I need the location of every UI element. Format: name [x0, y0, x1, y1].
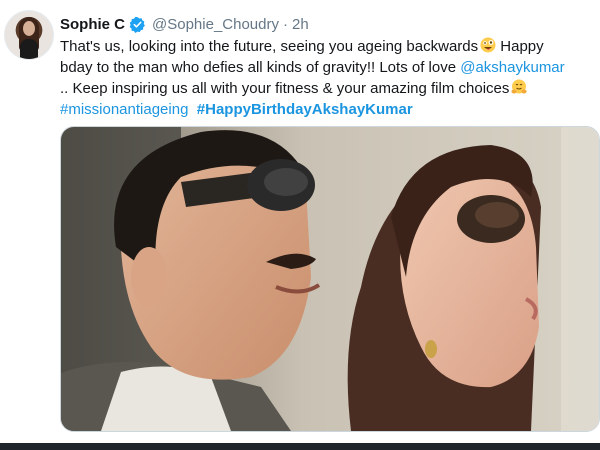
winking-crazy-face-emoji-icon — [480, 37, 496, 53]
separator-dot: · — [283, 15, 288, 33]
tweet-line-3: .. Keep inspiring us all with your fitne… — [60, 78, 596, 99]
tweet-header: Sophie C @Sophie_Choudry · 2h — [60, 13, 309, 35]
tweet-text-line1: That's us, looking into the future, seei… — [60, 38, 479, 55]
tweet-card: Sophie C @Sophie_Choudry · 2h That's us,… — [0, 0, 600, 450]
photo-illustration — [61, 127, 599, 431]
author-avatar[interactable] — [4, 10, 54, 60]
hugging-face-emoji-icon — [511, 79, 527, 95]
author-handle[interactable]: @Sophie_Choudry — [152, 16, 279, 33]
verified-badge-icon — [129, 16, 146, 33]
bottom-border — [0, 443, 600, 450]
tweet-photo[interactable] — [60, 126, 600, 432]
tweet-timestamp[interactable]: 2h — [292, 16, 309, 33]
hashtag-happybirthdayakshaykumar[interactable]: #HappyBirthdayAkshayKumar — [197, 101, 413, 118]
tweet-line-1: That's us, looking into the future, seei… — [60, 36, 596, 57]
tweet-line-4: #missionantiageing #HappyBirthdayAkshayK… — [60, 99, 596, 120]
author-name[interactable]: Sophie C — [60, 16, 125, 33]
hashtag-missionantiageing[interactable]: #missionantiageing — [60, 101, 188, 118]
tweet-text-line3: .. Keep inspiring us all with your fitne… — [60, 80, 510, 97]
mention-link[interactable]: @akshaykumar — [460, 59, 564, 76]
tweet-line-2: bday to the man who defies all kinds of … — [60, 57, 596, 78]
avatar-body — [20, 39, 38, 59]
avatar-face — [23, 21, 35, 36]
tweet-text-line1-tail: Happy — [496, 38, 544, 55]
tweet-text: That's us, looking into the future, seei… — [60, 36, 596, 120]
tweet-text-line2: bday to the man who defies all kinds of … — [60, 59, 461, 76]
